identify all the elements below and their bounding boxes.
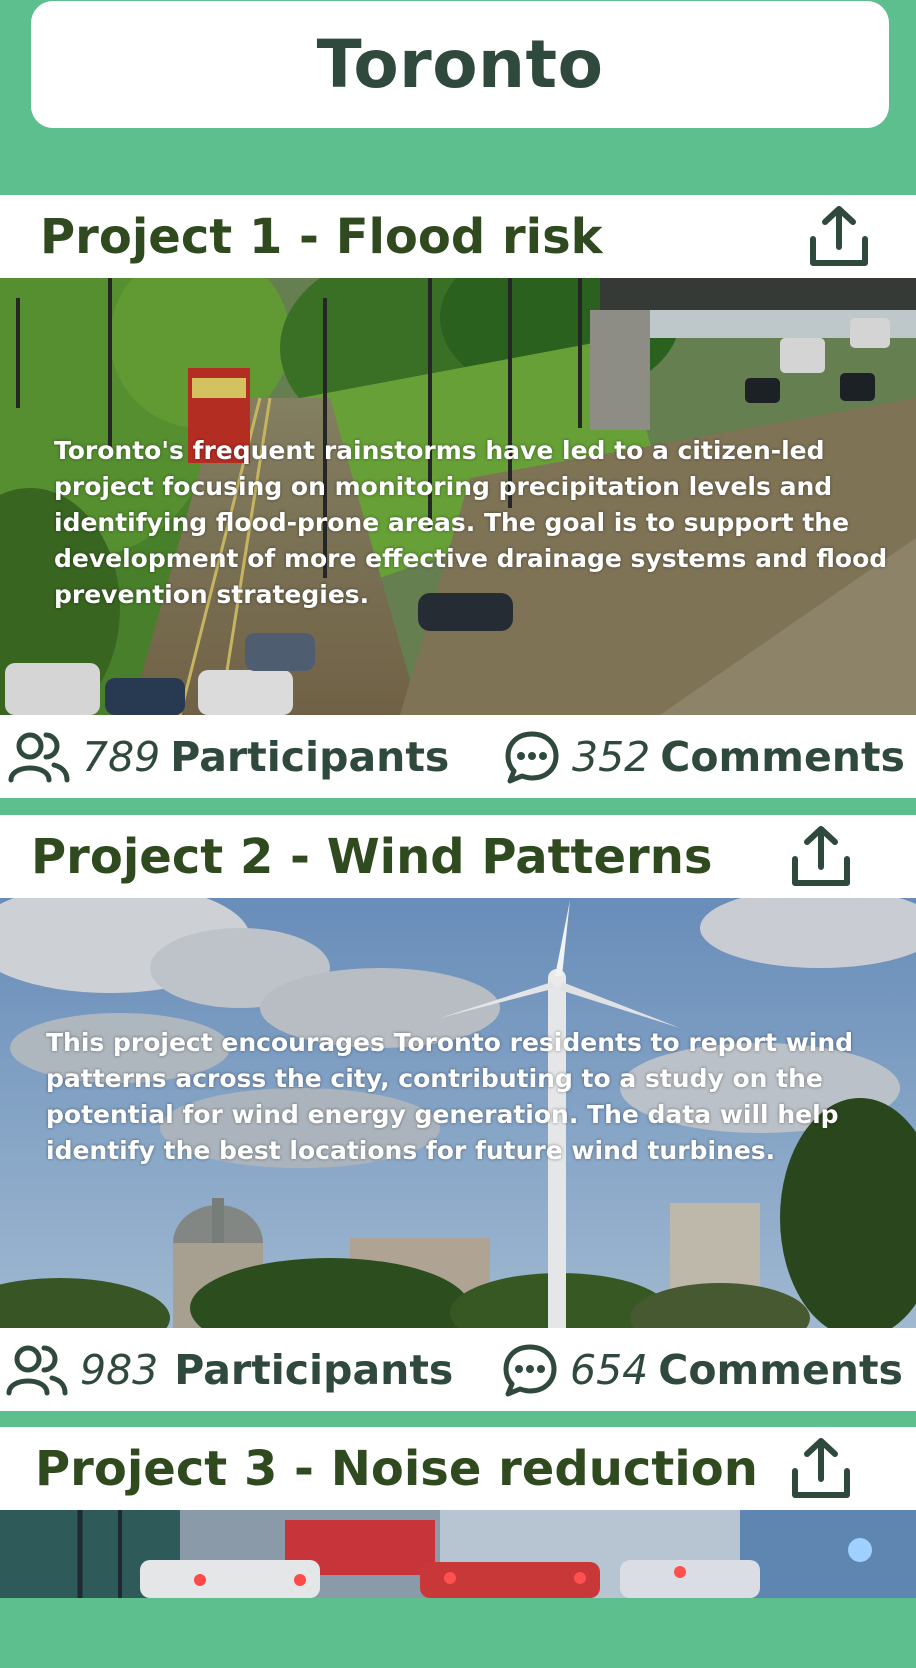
people-icon <box>8 732 70 782</box>
project-3-image[interactable] <box>0 1510 916 1598</box>
participants-label: Participants <box>170 732 450 781</box>
project-3-header[interactable]: Project 3 - Noise reduction <box>0 1427 916 1510</box>
project-2-title[interactable]: Project 2 - Wind Patterns <box>31 829 712 885</box>
comments-stat[interactable]: 654 Comments <box>502 1343 903 1397</box>
project-1-stats: 789 Participants 352 Comments <box>0 715 916 798</box>
participants-count: 789 <box>82 732 161 781</box>
project-3-title[interactable]: Project 3 - Noise reduction <box>35 1441 758 1497</box>
participants-stat[interactable]: 789 Participants <box>8 730 449 784</box>
project-1-description: Toronto's frequent rainstorms have led t… <box>54 436 888 609</box>
chat-bubble-icon <box>503 1344 557 1396</box>
project-1-header[interactable]: Project 1 - Flood risk <box>0 195 916 278</box>
project-2-description: This project encourages Toronto resident… <box>46 1028 854 1165</box>
project-1-image[interactable]: Toronto's frequent rainstorms have led t… <box>0 278 916 715</box>
people-icon <box>6 1345 68 1395</box>
city-header: Toronto <box>31 1 889 128</box>
chat-bubble-icon <box>505 731 559 783</box>
comments-stat[interactable]: 352 Comments <box>504 730 905 784</box>
comments-count: 352 <box>572 732 651 781</box>
project-2-stats: 983 Participants 654 Comments <box>0 1328 916 1411</box>
participants-count: 983 <box>80 1345 159 1394</box>
share-icon[interactable] <box>804 202 874 272</box>
comments-count: 654 <box>570 1345 649 1394</box>
comments-label: Comments <box>660 732 905 781</box>
participants-stat[interactable]: 983 Participants <box>6 1343 453 1397</box>
share-icon[interactable] <box>786 1434 856 1504</box>
share-icon[interactable] <box>786 822 856 892</box>
city-title: Toronto <box>316 26 604 103</box>
project-2-header[interactable]: Project 2 - Wind Patterns <box>0 815 916 898</box>
comments-label: Comments <box>658 1345 903 1394</box>
participants-label: Participants <box>174 1345 454 1394</box>
project-1-title[interactable]: Project 1 - Flood risk <box>40 209 603 265</box>
traffic-street-image <box>0 1510 916 1598</box>
project-2-image[interactable]: This project encourages Toronto resident… <box>0 898 916 1328</box>
